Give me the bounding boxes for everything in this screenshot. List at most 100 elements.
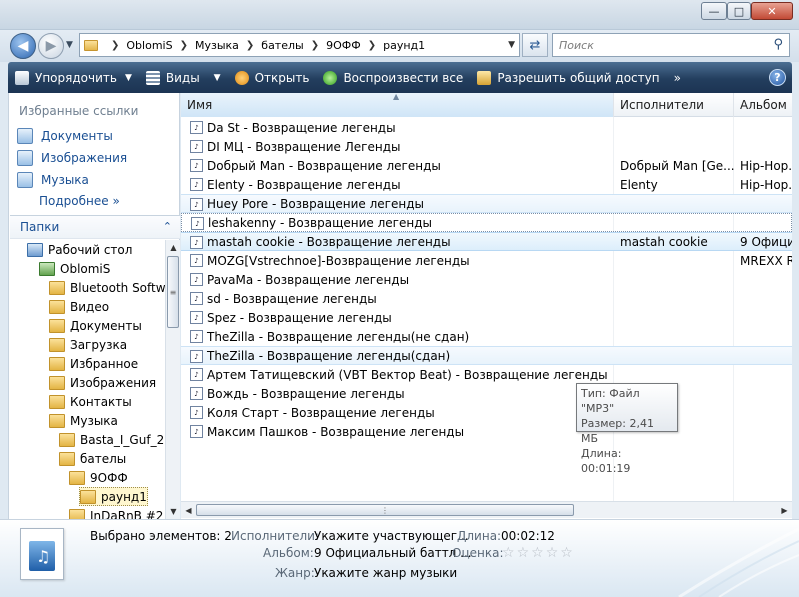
tree-item-9off[interactable]: 9ОФФ [69,468,128,487]
tree-item-label: Видео [70,299,110,314]
file-row[interactable]: ♪ leshakenny - Возвращение легенды [181,213,792,232]
file-name: leshakenny - Возвращение легенды [208,215,432,230]
tree-item-batles[interactable]: бателы [59,449,126,468]
scroll-down-icon[interactable]: ▼ [166,504,181,519]
star-icon[interactable]: ☆ [531,545,546,561]
file-row[interactable]: ♪ PavaMa - Возвращение легенды [181,270,792,289]
address-dropdown-icon[interactable]: ▼ [508,40,515,50]
genre-label: Жанр: [275,566,315,580]
address-bar[interactable]: ❯ OblomiS ❯ Музыка ❯ бателы ❯ 9ОФФ ❯ рау… [79,33,520,57]
rating-stars[interactable]: ☆☆☆☆☆ [502,545,575,561]
chevron-right-icon[interactable]: ❯ [180,40,188,51]
breadcrumb-batles[interactable]: бателы [261,39,303,52]
mp3-file-icon: ♪ [190,273,203,286]
favorite-link-pictures[interactable]: Изображения [17,150,127,166]
tree-item-documents[interactable]: Документы [49,316,142,335]
chevron-right-icon[interactable]: ❯ [111,40,119,51]
file-row[interactable]: ♪ Da St - Возвращение легенды [181,118,792,137]
tree-item-pictures[interactable]: Изображения [49,373,156,392]
chevron-down-icon: ▼ [213,72,221,83]
refresh-icon: ⇄ [529,37,541,53]
scroll-right-icon[interactable]: ▶ [777,503,792,518]
star-icon[interactable]: ☆ [546,545,561,561]
star-icon[interactable]: ☆ [502,545,517,561]
breadcrumb-music[interactable]: Музыка [195,39,239,52]
star-icon[interactable]: ☆ [517,545,532,561]
scroll-thumb[interactable]: ≡ [167,256,179,328]
album-value[interactable]: 9 Официальный баттл ... [314,546,472,560]
tree-item-music[interactable]: Музыка [49,411,118,430]
tree-item-desktop[interactable]: Рабочий стол [27,240,132,259]
tree-item-label: Basta_I_Guf_2010 [80,432,165,447]
share-button[interactable]: Разрешить общий доступ [470,62,666,93]
file-row[interactable]: ♪ Huey Pore - Возвращение легенды [181,194,792,213]
navigation-scrollbar[interactable]: ▲ ≡ ▼ [165,240,180,519]
search-input[interactable]: Поиск ⚲ [552,33,790,57]
breadcrumb-round1[interactable]: раунд1 [383,39,425,52]
file-name: MOZG[Vstrechnoe]-Возвращение легенды [207,253,470,268]
recent-pages-dropdown[interactable]: ▼ [66,40,73,50]
file-row[interactable]: ♪ Spez - Возвращение легенды [181,308,792,327]
star-icon[interactable]: ☆ [560,545,575,561]
more-links-button[interactable]: Подробнее » [39,194,120,208]
favorite-link-documents[interactable]: Документы [17,128,113,144]
mp3-file-icon: ♪ [190,425,203,438]
maximize-button[interactable]: □ [727,2,751,20]
command-bar: Упорядочить ▼ Виды ▼ Открыть Воспроизвес… [8,62,792,93]
scroll-thumb[interactable]: ⋮ [196,504,574,516]
help-button[interactable]: ? [769,69,786,86]
file-row[interactable]: ♪ TheZilla - Возвращение легенды(сдан) [181,346,792,365]
file-row[interactable]: ♪ Артем Татищевский (VBT Вектор Beat) - В… [181,365,792,384]
minimize-button[interactable]: — [701,2,727,20]
file-row[interactable]: ♪ MOZG[Vstrechnoe]-Возвращение легенды MRE… [181,251,792,270]
chevron-right-icon[interactable]: ❯ [368,40,376,51]
tree-item-round1[interactable]: раунд1 [79,487,148,506]
tree-item-contacts[interactable]: Контакты [49,392,132,411]
mp3-file-icon: ♪ [190,387,203,400]
open-button[interactable]: Открыть [228,62,317,93]
breadcrumb-9off[interactable]: 9ОФФ [326,39,361,52]
search-icon[interactable]: ⚲ [773,37,783,52]
tree-item-indarnb[interactable]: InDaRnB #2 [69,506,163,519]
tree-item-oblomis[interactable]: OblomiS [39,259,110,278]
tree-item-favorites[interactable]: Избранное [49,354,138,373]
file-row[interactable]: ♪ sd - Возвращение легенды [181,289,792,308]
horizontal-scrollbar[interactable]: ◀ ⋮ ▶ [181,501,792,518]
file-row[interactable]: ♪ Вождь - Возвращение легенды [181,384,792,403]
folders-header[interactable]: Папки ⌃ [10,215,180,239]
desktop-icon [27,242,43,257]
play-all-button[interactable]: Воспроизвести все [316,62,470,93]
file-row[interactable]: ♪ Максим Пашков - Возвращение легенды [181,422,792,441]
scroll-up-icon[interactable]: ▲ [166,240,181,255]
file-album: Hip-Hop.R [740,158,792,173]
artist-value[interactable]: Укажите участвующег... [314,529,469,543]
tree-item-basta-guf[interactable]: Basta_I_Guf_2010 [59,430,165,449]
chevron-right-icon[interactable]: ❯ [311,40,319,51]
column-name-label: Имя [187,98,213,112]
scroll-left-icon[interactable]: ◀ [181,503,196,518]
tree-item-downloads[interactable]: Загрузка [49,335,127,354]
file-row[interactable]: ♪ TheZilla - Возвращение легенды(не сдан) [181,327,792,346]
more-commands-button[interactable]: » [667,62,688,93]
share-label: Разрешить общий доступ [497,70,660,85]
genre-value[interactable]: Укажите жанр музыки [314,566,457,580]
column-album[interactable]: Альбом [734,93,792,117]
forward-button[interactable]: ▶ [38,33,64,59]
back-button[interactable]: ◀ [10,33,36,59]
favorite-link-music[interactable]: Музыка [17,172,89,188]
file-row[interactable]: ♪ Коля Старт - Возвращение легенды [181,403,792,422]
organize-button[interactable]: Упорядочить ▼ [8,62,139,93]
file-row[interactable]: ♪ Dобрый Man - Возвращение легенды Dобрый … [181,156,792,175]
close-button[interactable]: ✕ [751,2,793,20]
tree-item-video[interactable]: Видео [49,297,109,316]
mp3-file-icon: ♪ [190,254,203,267]
breadcrumb-oblomis[interactable]: OblomiS [126,39,172,52]
file-row[interactable]: ♪ Elenty - Возвращение легенды Elenty Hip-H… [181,175,792,194]
views-button[interactable]: Виды ▼ [139,62,228,93]
file-row[interactable]: ♪ mastah cookie - Возвращение легенды mast… [181,232,792,251]
column-artist[interactable]: Исполнители [614,93,734,117]
refresh-button[interactable]: ⇄ [522,33,548,57]
file-row[interactable]: ♪ DI МЦ - Возвращение Легенды [181,137,792,156]
tree-item-bluetooth[interactable]: Bluetooth Software [49,278,165,297]
chevron-right-icon[interactable]: ❯ [246,40,254,51]
